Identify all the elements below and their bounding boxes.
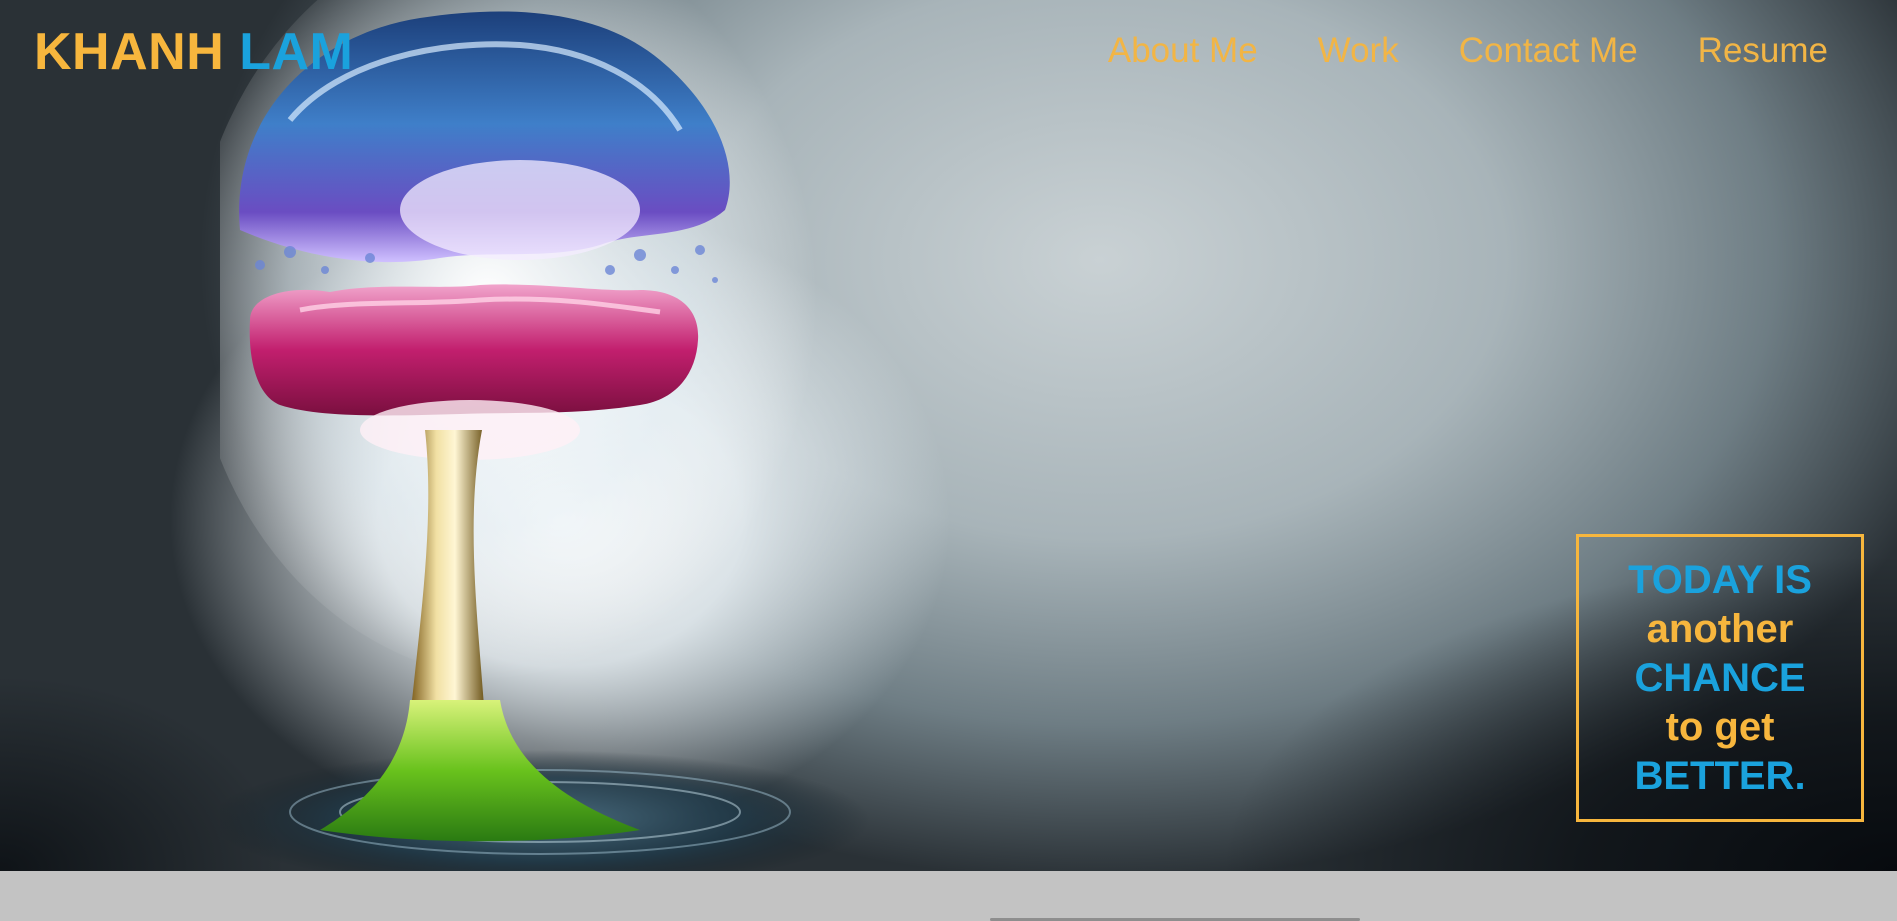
nav-link-resume[interactable]: Resume	[1698, 28, 1828, 73]
site-logo[interactable]: KHANH LAM	[34, 22, 353, 82]
quote-line-1: TODAY IS	[1628, 557, 1812, 602]
hero-splash-image	[220, 0, 870, 871]
main-nav: About Me Work Contact Me Resume	[1108, 28, 1828, 73]
nav-link-about-me[interactable]: About Me	[1108, 28, 1258, 73]
site-header: KHANH LAM About Me Work Contact Me Resum…	[0, 0, 1897, 105]
next-section-strip	[0, 871, 1897, 921]
quote-line-4: to get	[1665, 704, 1775, 749]
nav-link-work[interactable]: Work	[1318, 28, 1399, 73]
logo-last-name: LAM	[239, 23, 354, 81]
quote-line-3: CHANCE	[1634, 655, 1806, 700]
quote-line-2: another	[1646, 606, 1794, 651]
nav-link-contact-me[interactable]: Contact Me	[1459, 28, 1638, 73]
page: KHANH LAM About Me Work Contact Me Resum…	[0, 0, 1897, 921]
logo-first-name: KHANH	[34, 23, 225, 81]
quote-line-5: BETTER.	[1634, 753, 1806, 798]
motivational-quote-box: TODAY IS another CHANCE to get BETTER.	[1576, 534, 1864, 822]
